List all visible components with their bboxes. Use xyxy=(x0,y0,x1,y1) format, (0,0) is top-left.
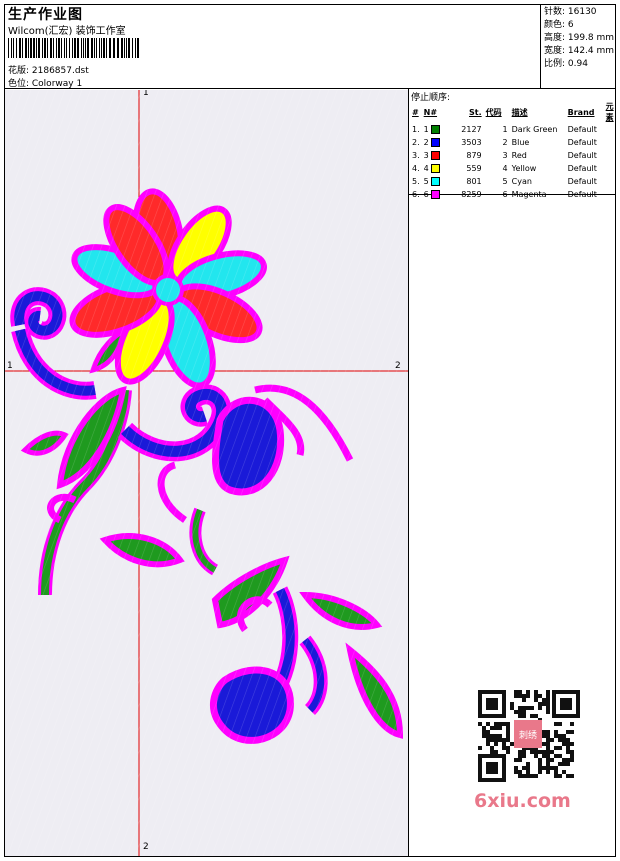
design-scale: 比例: 0.94 xyxy=(544,59,588,69)
page-title: 生产作业图 xyxy=(8,7,83,23)
col-index: # xyxy=(412,107,419,117)
colorway-label: 色位: Colorway 1 xyxy=(8,79,83,89)
row-element xyxy=(604,188,620,201)
row-index: 4. xyxy=(412,164,420,173)
row-stitches: 879 xyxy=(466,151,482,160)
row-index: 1. xyxy=(412,125,420,134)
row-number: 1 xyxy=(422,123,450,136)
row-code: 2 xyxy=(502,138,508,147)
row-code: 3 xyxy=(502,151,508,160)
row-description: Cyan xyxy=(511,177,532,186)
color-sequence-table: # N# St. 代码 描述 Brand 元素 1. 1 2127 1 Dark Gr… xyxy=(410,101,620,201)
row-brand: Default xyxy=(567,177,597,186)
color-swatch xyxy=(431,125,441,134)
color-swatch xyxy=(431,151,441,160)
row-index: 5. xyxy=(412,177,420,186)
color-swatch xyxy=(431,177,441,186)
row-brand: Default xyxy=(567,125,597,134)
row-index: 6. xyxy=(412,190,420,199)
row-stitches: 2127 xyxy=(461,125,482,134)
color-swatch xyxy=(431,138,441,147)
horizontal-axis-left-label: 1 xyxy=(7,361,13,371)
table-row: 5. 5 801 5 Cyan Default xyxy=(410,175,620,188)
row-number: 2 xyxy=(422,136,450,149)
row-element xyxy=(604,136,620,149)
row-code: 1 xyxy=(502,125,508,134)
row-index: 3. xyxy=(412,151,420,160)
row-code: 6 xyxy=(502,190,508,199)
table-header-row: # N# St. 代码 描述 Brand 元素 xyxy=(410,101,620,123)
table-row: 4. 4 559 4 Yellow Default xyxy=(410,162,620,175)
color-swatch xyxy=(431,190,441,199)
row-number: 3 xyxy=(422,149,450,162)
row-number: 5 xyxy=(422,175,450,188)
col-code: 代码 xyxy=(485,107,502,117)
color-count: 颜色: 6 xyxy=(544,20,574,30)
vertical-axis-bottom-label: 2 xyxy=(143,842,149,852)
table-row: 1. 1 2127 1 Dark Green Default xyxy=(410,123,620,136)
color-swatch xyxy=(431,164,441,173)
row-code: 4 xyxy=(502,164,508,173)
col-description: 描述 xyxy=(511,107,528,117)
row-brand: Default xyxy=(567,190,597,199)
barcode xyxy=(8,38,139,58)
row-element xyxy=(604,162,620,175)
design-canvas: 1 2 1 2 xyxy=(5,90,408,856)
design-width: 宽度: 142.4 mm xyxy=(544,46,615,56)
table-row: 2. 2 3503 2 Blue Default xyxy=(410,136,620,149)
watermark-logo: 6xiu.com xyxy=(474,790,571,812)
row-stitches: 559 xyxy=(466,164,482,173)
row-stitches: 801 xyxy=(466,177,482,186)
stats-block: 针数: 16130 颜色: 6 高度: 199.8 mm 宽度: 142.4 m… xyxy=(544,6,614,71)
row-description: Red xyxy=(511,151,527,160)
row-brand: Default xyxy=(567,164,597,173)
stats-divider xyxy=(540,4,541,88)
embroidery-design xyxy=(5,90,408,856)
header-divider xyxy=(4,88,616,89)
col-element: 元素 xyxy=(605,102,614,122)
row-code: 5 xyxy=(502,177,508,186)
horizontal-axis-right-label: 2 xyxy=(395,361,401,371)
qr-code: 刺绣 xyxy=(472,686,584,786)
col-number: N# xyxy=(423,107,438,117)
pattern-filename: 花版: 2186857.dst xyxy=(8,66,89,76)
panel-divider xyxy=(408,88,409,857)
row-description: Magenta xyxy=(511,190,547,199)
table-row: 3. 3 879 3 Red Default xyxy=(410,149,620,162)
qr-stamp-text: 刺绣 xyxy=(519,729,537,741)
row-number: 6 xyxy=(422,188,450,201)
studio-name: Wilcom(汇宏) 装饰工作室 xyxy=(8,26,126,37)
vertical-axis-top-label: 1 xyxy=(143,90,149,98)
row-element xyxy=(604,175,620,188)
row-stitches: 3503 xyxy=(461,138,482,147)
row-element xyxy=(604,149,620,162)
col-brand: Brand xyxy=(567,107,595,117)
design-height: 高度: 199.8 mm xyxy=(544,33,615,43)
col-stitches: St. xyxy=(469,107,482,117)
row-number: 4 xyxy=(422,162,450,175)
row-description: Blue xyxy=(511,138,530,147)
row-description: Yellow xyxy=(511,164,537,173)
table-row: 6. 6 8259 6 Magenta Default xyxy=(410,188,620,201)
row-description: Dark Green xyxy=(511,125,558,134)
stitch-count: 针数: 16130 xyxy=(544,7,597,17)
row-brand: Default xyxy=(567,151,597,160)
row-element xyxy=(604,123,620,136)
row-index: 2. xyxy=(412,138,420,147)
row-stitches: 8259 xyxy=(461,190,482,199)
row-brand: Default xyxy=(567,138,597,147)
